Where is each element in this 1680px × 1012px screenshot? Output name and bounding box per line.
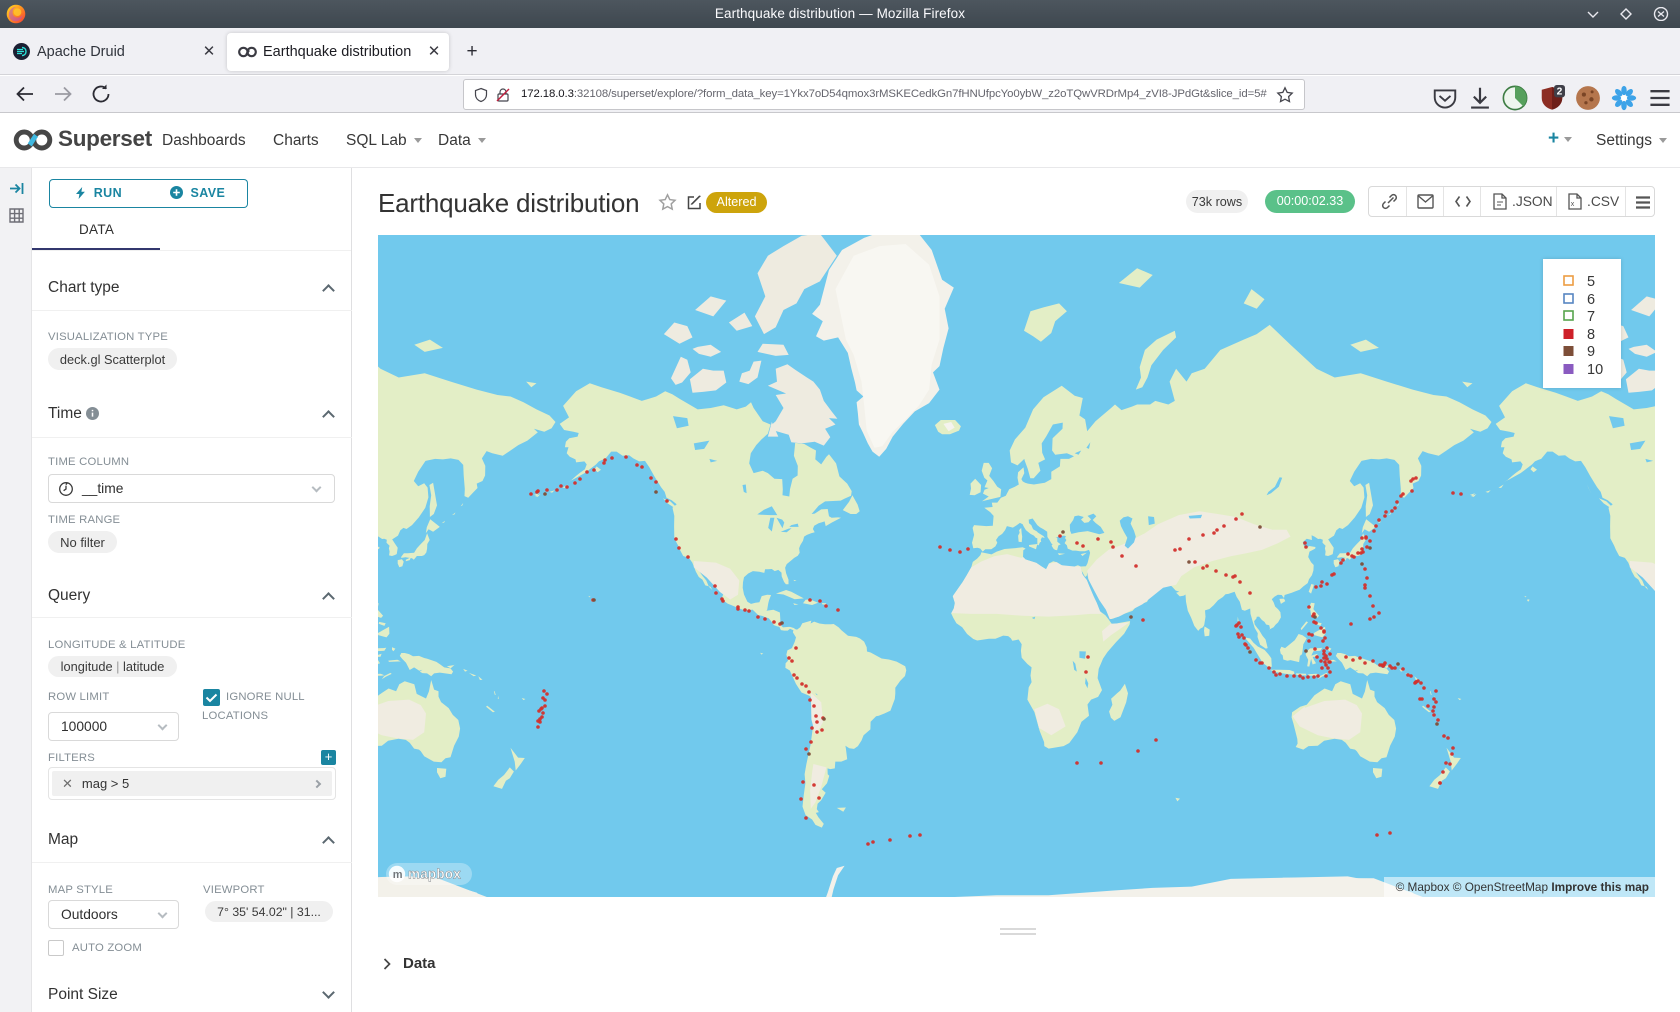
svg-text:5: 5 [1587, 274, 1595, 290]
svg-text:x: x [1571, 201, 1575, 208]
svg-text:10: 10 [1587, 362, 1603, 378]
svg-text:7: 7 [1587, 309, 1595, 325]
svg-text:8: 8 [1587, 327, 1595, 343]
svg-text:mapbox: mapbox [408, 867, 461, 882]
svg-text:9: 9 [1587, 344, 1595, 360]
svg-text:2: 2 [1557, 87, 1563, 98]
svg-text:m: m [393, 869, 403, 881]
svg-text:6: 6 [1587, 292, 1595, 308]
